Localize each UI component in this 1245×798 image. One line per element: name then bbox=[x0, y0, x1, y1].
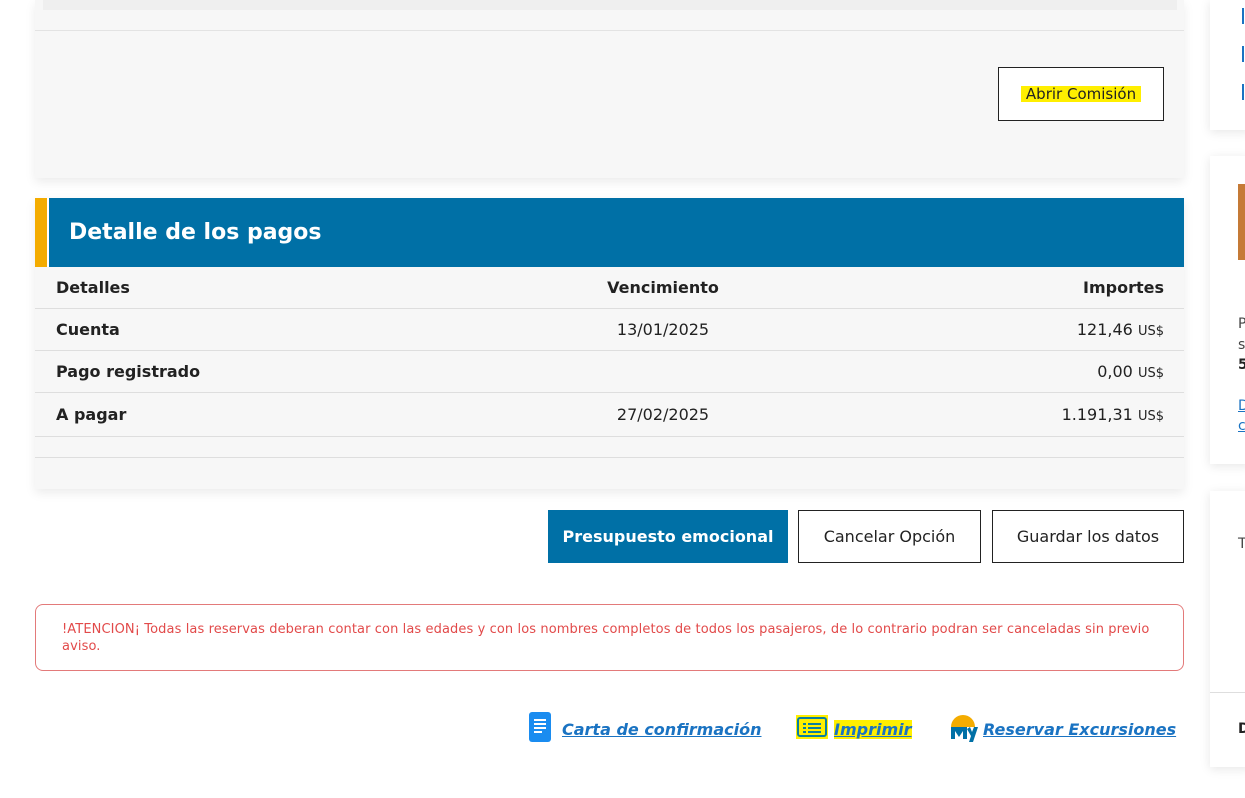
amount-value: 1.191,31 bbox=[1061, 405, 1133, 424]
table-row: Pago registrado 0,00 US$ bbox=[35, 351, 1184, 393]
open-commission-label: Abrir Comisión bbox=[1020, 86, 1142, 102]
my-logo-icon bbox=[948, 711, 979, 747]
book-excursions-link[interactable]: Reservar Excursiones bbox=[948, 713, 1176, 745]
sidebar-link[interactable]: c bbox=[1238, 418, 1245, 434]
open-commission-button[interactable]: Abrir Comisión bbox=[998, 67, 1164, 121]
column-header-details: Detalles bbox=[56, 278, 130, 297]
payments-card: Detalle de los pagos Detalles Vencimient… bbox=[35, 198, 1184, 489]
confirmation-letter-label[interactable]: Carta de confirmación bbox=[562, 720, 762, 739]
sidebar-text: D bbox=[1238, 721, 1245, 737]
save-data-button[interactable]: Guardar los datos bbox=[992, 510, 1184, 563]
currency: US$ bbox=[1137, 409, 1164, 424]
row-detail: Pago registrado bbox=[56, 362, 201, 381]
row-detail: Cuenta bbox=[56, 320, 120, 339]
payments-header: Detalle de los pagos bbox=[35, 198, 1184, 267]
table-header-row: Detalles Vencimiento Importes bbox=[35, 267, 1184, 309]
divider bbox=[35, 30, 1184, 31]
header-accent-bar bbox=[35, 198, 49, 267]
amount-value: 121,46 bbox=[1076, 320, 1133, 339]
divider bbox=[1210, 692, 1245, 693]
column-header-amount: Importes bbox=[1083, 278, 1164, 297]
cancel-option-button[interactable]: Cancelar Opción bbox=[798, 510, 981, 563]
row-due: 13/01/2025 bbox=[616, 320, 710, 339]
sidebar-card bbox=[1210, 0, 1245, 130]
payments-title: Detalle de los pagos bbox=[69, 220, 322, 245]
row-amount: 1.191,31 US$ bbox=[1062, 393, 1164, 439]
table-row: Cuenta 13/01/2025 121,46 US$ bbox=[35, 309, 1184, 351]
sidebar-link[interactable]: D bbox=[1238, 398, 1245, 414]
card-top-strip bbox=[43, 0, 1177, 10]
divider bbox=[35, 457, 1184, 458]
sidebar-card: T D bbox=[1210, 491, 1245, 767]
emotional-budget-label: Presupuesto emocional bbox=[562, 527, 774, 546]
currency: US$ bbox=[1137, 324, 1164, 339]
sidebar-card: P s 5 D c bbox=[1210, 156, 1245, 464]
print-label[interactable]: Imprimir bbox=[834, 719, 912, 739]
amount-value: 0,00 bbox=[1097, 362, 1133, 381]
row-amount: 121,46 US$ bbox=[1077, 309, 1164, 353]
warning-notice: !ATENCION¡ Todas las reservas deberan co… bbox=[35, 604, 1184, 671]
emotional-budget-button[interactable]: Presupuesto emocional bbox=[548, 510, 788, 563]
row-due: 27/02/2025 bbox=[616, 405, 710, 424]
commission-card: Abrir Comisión bbox=[35, 0, 1184, 178]
book-excursions-label[interactable]: Reservar Excursiones bbox=[983, 720, 1176, 739]
sidebar-text: P bbox=[1238, 316, 1245, 332]
warning-text: !ATENCION¡ Todas las reservas deberan co… bbox=[62, 622, 1150, 654]
row-detail: A pagar bbox=[56, 405, 127, 424]
save-data-label: Guardar los datos bbox=[1016, 527, 1160, 546]
document-icon bbox=[528, 711, 554, 747]
page: Abrir Comisión Detalle de los pagos Deta… bbox=[0, 0, 1245, 798]
confirmation-letter-link[interactable]: Carta de confirmación bbox=[528, 711, 762, 747]
row-amount: 0,00 US$ bbox=[1097, 351, 1164, 395]
sidebar-text: 5 bbox=[1238, 357, 1245, 373]
table-row: A pagar 27/02/2025 1.191,31 US$ bbox=[35, 393, 1184, 437]
column-header-due: Vencimiento bbox=[607, 278, 719, 297]
list-icon bbox=[796, 715, 828, 743]
currency: US$ bbox=[1137, 366, 1164, 381]
sidebar-image bbox=[1238, 184, 1245, 260]
sidebar-text: T bbox=[1238, 536, 1245, 552]
print-link[interactable]: Imprimir bbox=[796, 713, 912, 745]
cancel-option-label: Cancelar Opción bbox=[823, 527, 956, 546]
sidebar-text: s bbox=[1238, 337, 1245, 353]
